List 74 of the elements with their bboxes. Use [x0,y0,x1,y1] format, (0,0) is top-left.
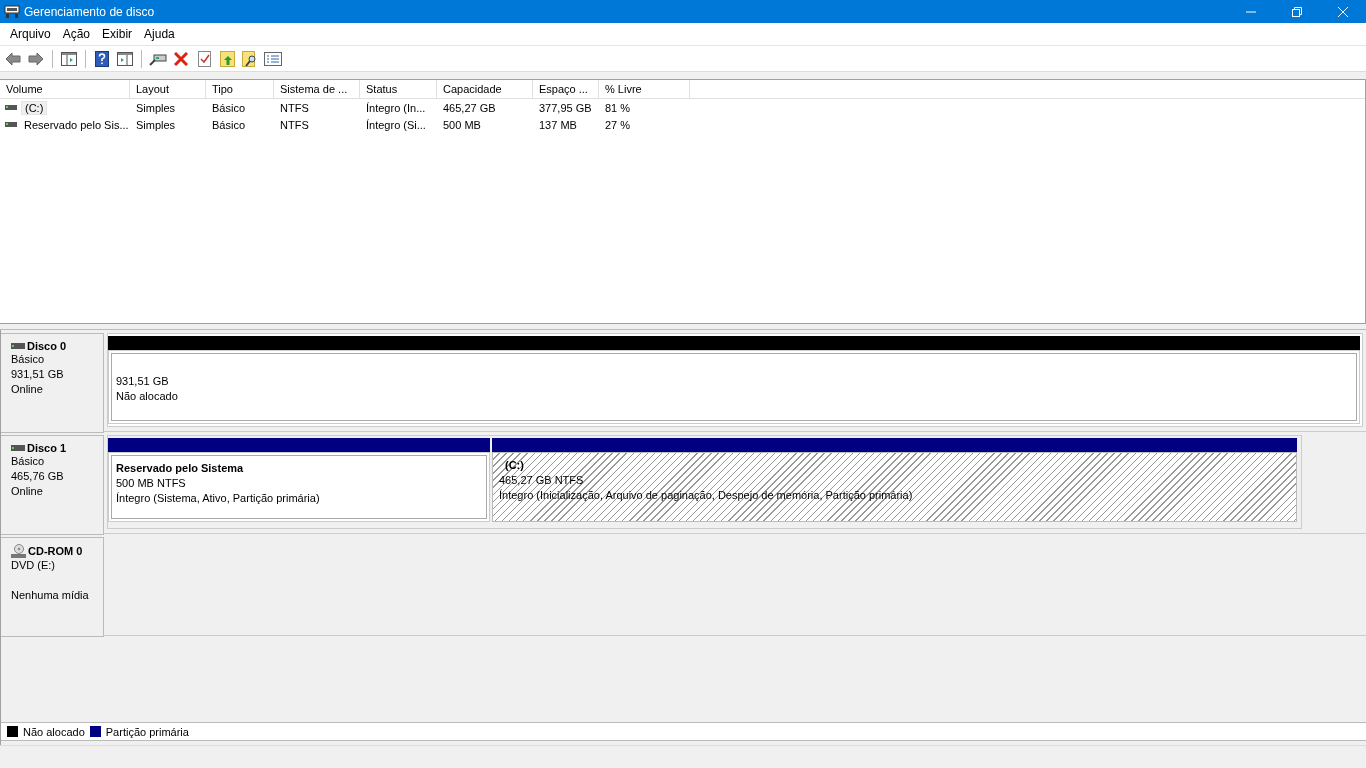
disk-info: Online [11,382,44,397]
table-cell-text: 137 MB [538,118,578,131]
partition-block[interactable]: (C:) 465,27 GB NTFS Íntegro (Inicialização, Arquivo de paginação, Despejo de memória, Partição primária) [492,452,1297,522]
legend-label: Partição primária [105,725,189,738]
column-header[interactable]: Volume [0,80,130,98]
table-cell-text: Íntegro (In... [365,101,427,114]
partition-info: Íntegro (Sistema, Ativo, Partição primária) [116,491,321,506]
disk-info: Básico [11,352,46,367]
disk-drive-icon [11,445,25,451]
disk-info: DVD (E:) [11,558,56,573]
disk-info: 465,76 GB [11,469,65,484]
disk-name: CD-ROM 0 [28,545,83,557]
disk-drive-icon [11,343,25,349]
table-cell-text: 465,27 GB [442,101,497,114]
table-cell-text: Básico [211,101,247,114]
partition-title: (C:) [504,458,525,473]
table-cell-text: 500 MB [442,118,482,131]
table-cell-text: NTFS [279,118,310,131]
disk-info: Nenhuma mídia [11,588,90,603]
table-cell-text: 81 % [604,101,632,114]
column-header[interactable]: Status [360,80,437,98]
disk-info: Básico [11,454,46,469]
disk-drive-icon [4,4,20,19]
column-header[interactable]: Tipo [206,80,274,98]
close-icon [1338,6,1348,17]
partition-info: 465,27 GB NTFS [499,473,585,488]
table-cell-text: 27 % [604,118,632,131]
checklist-icon [197,50,211,67]
table-cell-text: NTFS [279,101,310,114]
disk-info: Online [11,484,44,499]
disk-label-panel[interactable]: CD-ROM 0 DVD (E:) Nenhuma mídia [1,537,104,637]
optical-drive-icon [11,544,26,558]
partition-info: Íntegro (Inicialização, Arquivo de paginação, Despejo de memória, Partição primária) [499,488,914,503]
table-cell-text: Simples [135,118,177,131]
partition-info: 931,51 GB [116,374,170,389]
table-cell-text: 377,95 GB [538,101,593,114]
table-cell-text: Básico [211,118,247,131]
column-header[interactable]: % Livre [599,80,690,98]
column-header[interactable]: Layout [130,80,206,98]
disk-label-panel[interactable]: Disco 0 Básico 931,51 GB Online [1,333,104,433]
disk-name: Disco 0 [27,340,67,352]
window-panes-icon [61,51,77,66]
menu-item[interactable]: Ajuda [138,27,181,41]
column-header[interactable]: Sistema de ... [274,80,360,98]
drive-name[interactable]: Reservado pelo Sis... [21,118,132,131]
help-icon [95,50,109,67]
table-cell-text: Íntegro (Si... [365,118,427,131]
left-arrow-icon [5,51,21,66]
column-header[interactable]: Espaço ... [533,80,599,98]
window-panes-icon [117,51,133,66]
partition-block[interactable]: 931,51 GB Não alocado [108,350,1360,424]
menu-item[interactable]: Ação [56,27,97,41]
drive-name[interactable]: (C:) [21,100,48,115]
right-arrow-icon [28,51,44,66]
restore-icon [1292,6,1302,17]
partition-info: Não alocado [116,389,179,404]
partition-info: 500 MB NTFS [116,476,187,491]
column-header[interactable]: Capacidade [437,80,533,98]
drive-icon [5,105,17,110]
window-title: Gerenciamento de disco [24,4,155,19]
drive-icon [5,122,17,127]
disk-drive-icon [149,51,167,66]
table-cell-text: Simples [135,101,177,114]
legend-label: Não alocado [23,725,85,738]
disk-label-panel[interactable]: Disco 1 Básico 465,76 GB Online [1,435,104,535]
menu-item[interactable]: Exibir [96,27,139,41]
delete-icon [174,51,188,66]
partition-block[interactable]: Reservado pelo Sistema 500 MB NTFS Íntegro (Sistema, Ativo, Partição primária) [108,452,490,522]
disk-info: 931,51 GB [11,367,65,382]
menu-item[interactable]: Arquivo [4,27,57,41]
disk-name: Disco 1 [27,442,67,454]
folder-magnifier-icon [242,50,258,67]
partition-title: Reservado pelo Sistema [116,461,245,476]
list-window-icon [264,51,282,66]
